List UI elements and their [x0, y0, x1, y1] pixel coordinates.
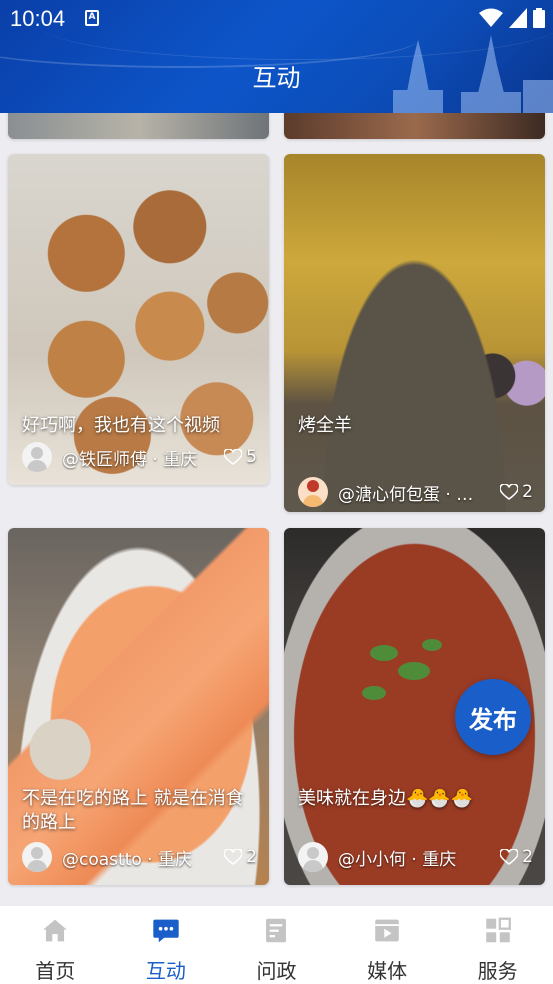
post-card-partial[interactable]: [8, 113, 269, 139]
post-card-partial[interactable]: [284, 113, 545, 139]
avatar[interactable]: [22, 442, 52, 472]
app-header: 10:04 A 互动: [0, 0, 553, 113]
like-count: 5: [246, 447, 257, 467]
tab-label: 问政: [256, 959, 297, 983]
bottom-nav: 首页 互动 问政 媒体 服务: [0, 906, 553, 984]
video-icon: [375, 919, 399, 942]
heart-icon: [500, 849, 519, 865]
like-button[interactable]: 2: [500, 847, 533, 867]
post-card[interactable]: 好巧啊，我也有这个视频 @铁匠师傅 · 重庆 5: [8, 154, 269, 485]
post-caption: 美味就在身边🐣🐣🐣: [298, 788, 474, 809]
post-feed[interactable]: 好巧啊，我也有这个视频 @铁匠师傅 · 重庆 5 烤全羊 @溏心何包蛋 · … …: [0, 113, 553, 906]
tab-media[interactable]: 媒体: [332, 906, 443, 984]
heart-icon: [224, 849, 243, 865]
tab-politics[interactable]: 问政: [221, 906, 332, 984]
post-author[interactable]: @铁匠师傅 · 重庆: [62, 445, 218, 470]
post-caption: 好巧啊，我也有这个视频: [22, 415, 220, 436]
like-button[interactable]: 2: [224, 847, 257, 867]
home-icon: [43, 919, 68, 942]
status-bar: 10:04 A: [0, 0, 553, 38]
avatar[interactable]: [298, 477, 328, 507]
post-author[interactable]: @小小何 · 重庆: [338, 845, 494, 870]
post-image: [8, 113, 269, 139]
tab-home[interactable]: 首页: [0, 906, 111, 984]
chat-icon: [153, 919, 179, 943]
publish-button[interactable]: 发布: [455, 679, 531, 755]
post-card[interactable]: 不是在吃的路上 就是在消食的路上 @coastto · 重庆 2: [8, 528, 269, 885]
heart-icon: [224, 449, 243, 465]
like-button[interactable]: 5: [224, 447, 257, 467]
post-image: [284, 154, 545, 512]
post-meta: @coastto · 重庆 2: [22, 841, 257, 873]
post-card[interactable]: 烤全羊 @溏心何包蛋 · … 2: [284, 154, 545, 512]
wifi-icon: [479, 8, 503, 27]
like-button[interactable]: 2: [500, 482, 533, 502]
tab-label: 互动: [145, 959, 186, 983]
signal-icon: [509, 8, 527, 28]
post-image: [284, 113, 545, 139]
tab-label: 媒体: [367, 959, 408, 983]
post-meta: @铁匠师傅 · 重庆 5: [22, 441, 257, 473]
status-time: 10:04: [10, 6, 66, 31]
post-author[interactable]: @溏心何包蛋 · …: [338, 480, 494, 505]
like-count: 2: [522, 482, 533, 502]
avatar[interactable]: [298, 842, 328, 872]
grid-icon: [485, 917, 511, 943]
like-count: 2: [522, 847, 533, 867]
post-meta: @小小何 · 重庆 2: [298, 841, 533, 873]
avatar[interactable]: [22, 842, 52, 872]
tab-label: 首页: [35, 959, 76, 983]
battery-icon: [533, 8, 545, 28]
post-image-detail: [362, 639, 442, 700]
like-count: 2: [246, 847, 257, 867]
tab-services[interactable]: 服务: [442, 906, 553, 984]
page-title: 互动: [252, 64, 301, 92]
notification-icon: A: [85, 10, 99, 26]
post-meta: @溏心何包蛋 · … 2: [298, 476, 533, 508]
tab-interaction[interactable]: 互动: [111, 906, 222, 984]
post-author[interactable]: @coastto · 重庆: [62, 845, 218, 870]
document-icon: [266, 918, 287, 943]
heart-icon: [500, 484, 519, 500]
post-caption: 不是在吃的路上 就是在消食的路上: [22, 788, 244, 833]
post-caption: 烤全羊: [298, 415, 352, 436]
tab-label: 服务: [477, 959, 518, 983]
